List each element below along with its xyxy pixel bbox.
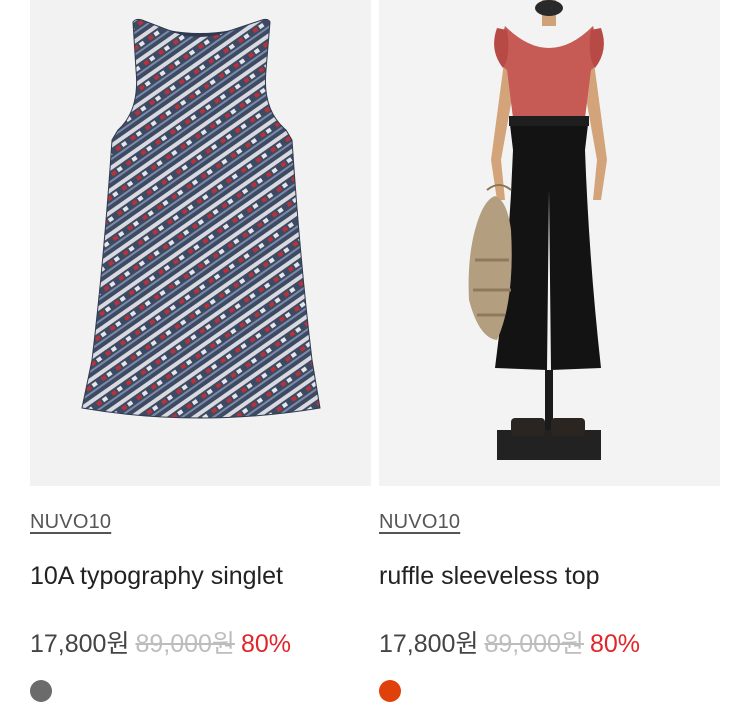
product-grid: NUVO10 10A typography singlet 17,800원 89,… <box>0 0 750 708</box>
product-image[interactable] <box>30 0 371 486</box>
brand-link[interactable]: NUVO10 <box>30 511 111 534</box>
product-card[interactable]: NUVO10 ruffle sleeveless top 17,800원 89,0… <box>379 0 720 702</box>
price-row: 17,800원 89,000원 80% <box>379 624 640 660</box>
discount-rate: 80% <box>240 630 291 658</box>
product-card[interactable]: NUVO10 10A typography singlet 17,800원 89,… <box>30 0 371 702</box>
dress-illustration <box>30 0 371 486</box>
discount-rate: 80% <box>589 630 640 658</box>
product-name[interactable]: 10A typography singlet <box>30 562 283 591</box>
product-image[interactable] <box>379 0 720 486</box>
sale-price: 17,800원 <box>30 630 130 658</box>
original-price: 89,000원 <box>484 630 584 658</box>
mannequin-illustration <box>379 0 720 486</box>
sale-price: 17,800원 <box>379 630 479 658</box>
color-swatch[interactable] <box>379 680 401 702</box>
product-name[interactable]: ruffle sleeveless top <box>379 562 600 591</box>
color-swatch[interactable] <box>30 680 52 702</box>
original-price: 89,000원 <box>135 630 235 658</box>
price-row: 17,800원 89,000원 80% <box>30 624 291 660</box>
brand-link[interactable]: NUVO10 <box>379 511 460 534</box>
